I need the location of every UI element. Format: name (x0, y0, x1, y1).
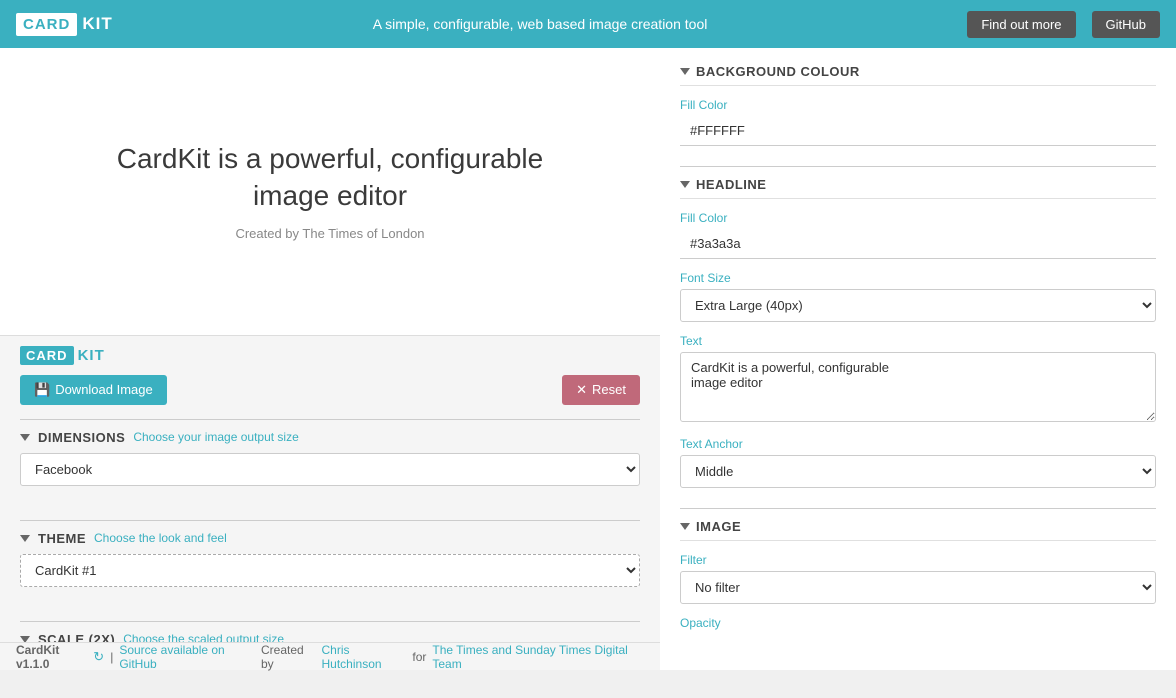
bg-fill-color-label: Fill Color (680, 98, 1156, 112)
rp-divider-2 (680, 508, 1156, 509)
headline-fill-color-input[interactable] (680, 229, 1156, 259)
headline-text-input[interactable]: CardKit is a powerful, configurable imag… (680, 352, 1156, 422)
theme-hint: Choose the look and feel (94, 531, 227, 545)
headline-fill-color-field: Fill Color (680, 211, 1156, 259)
headline-font-size-field: Font Size Small (20px) Medium (28px) Lar… (680, 271, 1156, 322)
divider-3 (20, 621, 640, 622)
scale-header: SCALE (2X) Choose the scaled output size (20, 632, 640, 643)
rp-divider-1 (680, 166, 1156, 167)
reset-x-icon: ✕ (576, 382, 587, 398)
image-toggle-icon[interactable] (680, 523, 690, 530)
headline-header: HEADLINE (680, 177, 1156, 199)
preview-area: CardKit is a powerful, configurable imag… (0, 48, 660, 336)
headline-fill-color-label: Fill Color (680, 211, 1156, 225)
background-colour-title: BACKGROUND COLOUR (696, 64, 860, 79)
version-badge: CardKit v1.1.0 ↻ (16, 643, 104, 671)
headline-text-label: Text (680, 334, 1156, 348)
logo-preview-kit: KIT (78, 347, 105, 364)
headline-text-anchor-label: Text Anchor (680, 437, 1156, 451)
dimensions-toggle-icon[interactable] (20, 434, 30, 441)
dimensions-header: DIMENSIONS Choose your image output size (20, 430, 640, 445)
preview-subtitle: Created by The Times of London (235, 226, 424, 241)
headline-section: HEADLINE Fill Color Font Size Small (20p… (680, 177, 1156, 488)
logo-card: CARD (16, 13, 77, 36)
left-column: CardKit is a powerful, configurable imag… (0, 48, 660, 670)
theme-section: THEME Choose the look and feel CardKit #… (20, 531, 640, 601)
image-section: IMAGE Filter No filter Grayscale Sepia B… (680, 519, 1156, 630)
logo-preview-card: CARD (20, 346, 74, 365)
theme-toggle-icon[interactable] (20, 535, 30, 542)
action-buttons-row: 💾 Download Image ✕ Reset (20, 375, 640, 405)
footer: CardKit v1.1.0 ↻ | Source available on G… (0, 642, 660, 670)
reset-label: Reset (592, 382, 626, 397)
headline-font-size-label: Font Size (680, 271, 1156, 285)
image-opacity-label: Opacity (680, 616, 1156, 630)
org-link[interactable]: The Times and Sunday Times Digital Team (432, 643, 644, 671)
bg-fill-color-field: Fill Color (680, 98, 1156, 146)
bg-fill-color-input[interactable] (680, 116, 1156, 146)
logo-kit: KIT (82, 14, 112, 34)
image-filter-label: Filter (680, 553, 1156, 567)
download-button[interactable]: 💾 Download Image (20, 375, 167, 405)
footer-for-text: for (412, 650, 426, 664)
download-icon: 💾 (34, 382, 50, 398)
image-opacity-field: Opacity (680, 616, 1156, 630)
headline-font-size-select[interactable]: Small (20px) Medium (28px) Large (34px) … (680, 289, 1156, 322)
download-label: Download Image (55, 382, 153, 397)
background-colour-section: BACKGROUND COLOUR Fill Color (680, 64, 1156, 146)
dimensions-select[interactable]: Facebook Twitter Instagram Custom (20, 453, 640, 486)
dimensions-hint: Choose your image output size (133, 430, 298, 444)
preview-headline: CardKit is a powerful, configurable imag… (80, 141, 580, 214)
headline-text-field: Text CardKit is a powerful, configurable… (680, 334, 1156, 425)
image-filter-select[interactable]: No filter Grayscale Sepia Blur (680, 571, 1156, 604)
left-controls: CARD KIT 💾 Download Image ✕ Reset (0, 336, 660, 643)
logo-preview: CARD KIT (20, 346, 640, 365)
dimensions-section: DIMENSIONS Choose your image output size… (20, 430, 640, 500)
source-link[interactable]: Source available on GitHub (119, 643, 255, 671)
header-tagline: A simple, configurable, web based image … (129, 16, 952, 32)
background-toggle-icon[interactable] (680, 68, 690, 75)
image-header: IMAGE (680, 519, 1156, 541)
divider-2 (20, 520, 640, 521)
scale-title: SCALE (2X) (38, 632, 115, 643)
headline-text-anchor-field: Text Anchor Start Middle End (680, 437, 1156, 488)
reset-button[interactable]: ✕ Reset (562, 375, 640, 405)
headline-text-anchor-select[interactable]: Start Middle End (680, 455, 1156, 488)
headline-title: HEADLINE (696, 177, 766, 192)
theme-title: THEME (38, 531, 86, 546)
footer-created-by: Created by (261, 643, 316, 671)
image-title: IMAGE (696, 519, 741, 534)
author-link[interactable]: Chris Hutchinson (322, 643, 407, 671)
header: CARD KIT A simple, configurable, web bas… (0, 0, 1176, 48)
footer-separator: | (110, 650, 113, 664)
github-button[interactable]: GitHub (1092, 11, 1160, 38)
logo: CARD KIT (16, 13, 113, 36)
main-layout: CardKit is a powerful, configurable imag… (0, 48, 1176, 670)
background-colour-header: BACKGROUND COLOUR (680, 64, 1156, 86)
version-text: CardKit v1.1.0 (16, 643, 89, 671)
find-out-more-button[interactable]: Find out more (967, 11, 1075, 38)
headline-toggle-icon[interactable] (680, 181, 690, 188)
divider-1 (20, 419, 640, 420)
scale-hint: Choose the scaled output size (123, 632, 284, 642)
image-filter-field: Filter No filter Grayscale Sepia Blur (680, 553, 1156, 604)
theme-header: THEME Choose the look and feel (20, 531, 640, 546)
dimensions-title: DIMENSIONS (38, 430, 125, 445)
theme-select[interactable]: CardKit #1 CardKit #2 Custom (20, 554, 640, 587)
refresh-icon: ↻ (93, 649, 104, 665)
right-panel: BACKGROUND COLOUR Fill Color HEADLINE Fi… (660, 48, 1176, 670)
